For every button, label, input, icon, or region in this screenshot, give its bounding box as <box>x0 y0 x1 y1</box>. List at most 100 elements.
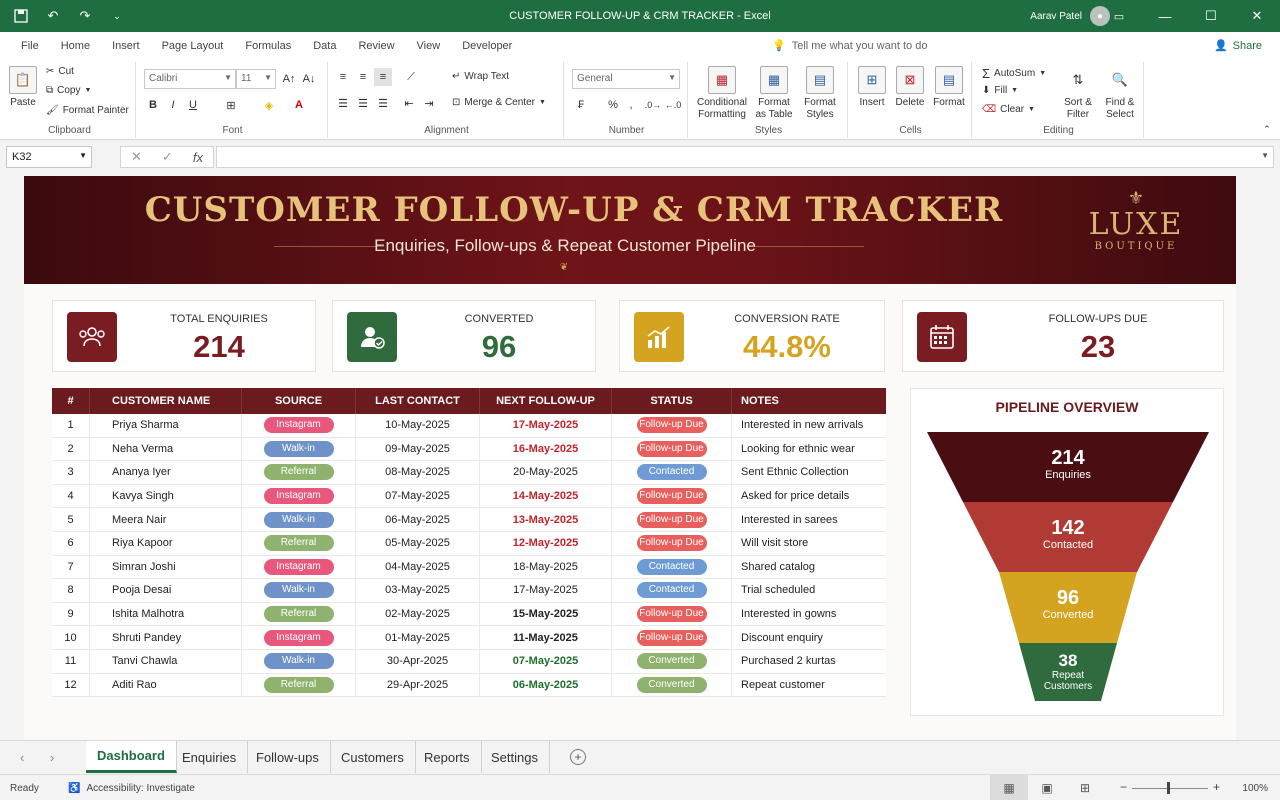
merge-center-button[interactable]: ⊡ Merge & Center ▼ <box>452 97 546 108</box>
redo-icon[interactable]: ↷ <box>76 7 94 25</box>
table-cell[interactable]: Instagram <box>242 626 356 649</box>
table-cell[interactable]: Sent Ethnic Collection <box>732 461 886 484</box>
cancel-icon[interactable]: ✕ <box>131 149 142 165</box>
wrap-text-button[interactable]: ↵ Wrap Text <box>452 71 509 82</box>
table-cell[interactable]: Discount enquiry <box>732 626 886 649</box>
table-cell[interactable]: 8 <box>52 579 90 602</box>
table-cell[interactable]: 18-May-2025 <box>480 555 612 579</box>
formula-input[interactable]: ▼ <box>216 146 1274 168</box>
table-cell[interactable]: Referral <box>242 673 356 697</box>
font-name-select[interactable]: Calibri ▼ <box>144 69 236 89</box>
col-header-status[interactable]: STATUS <box>612 388 732 414</box>
table-row[interactable]: 3 Ananya Iyer Referral 08-May-2025 20-May-20… <box>52 461 886 485</box>
close-icon[interactable]: ✕ <box>1234 0 1280 32</box>
table-cell[interactable]: 08-May-2025 <box>356 461 480 484</box>
insert-function-icon[interactable]: fx <box>193 150 203 165</box>
delete-cells-button[interactable]: ⊠ Delete <box>892 66 928 109</box>
tab-home[interactable]: Home <box>50 40 101 52</box>
table-cell[interactable]: 12 <box>52 673 90 697</box>
sheet-tab-follow-ups[interactable]: Follow-ups <box>245 741 331 773</box>
col-header-last-contact[interactable]: LAST CONTACT <box>356 388 480 414</box>
table-row[interactable]: 11 Tanvi Chawla Walk-in 30-Apr-2025 07-May-2… <box>52 650 886 674</box>
table-cell[interactable]: 03-May-2025 <box>356 579 480 602</box>
table-cell[interactable]: Will visit store <box>732 532 886 555</box>
table-cell[interactable]: 30-Apr-2025 <box>356 650 480 673</box>
orientation-icon[interactable]: ⟋ <box>402 68 420 86</box>
col-header-number[interactable]: # <box>52 388 90 414</box>
align-right-icon[interactable]: ☰ <box>374 94 392 112</box>
align-bottom-icon[interactable]: ≡ <box>374 68 392 86</box>
table-row[interactable]: 2 Neha Verma Walk-in 09-May-2025 16-May-2025… <box>52 437 886 462</box>
minimize-icon[interactable]: — <box>1142 0 1188 32</box>
copy-button[interactable]: ⧉ Copy ▼ <box>46 85 91 96</box>
table-cell[interactable]: Riya Kapoor <box>90 532 242 555</box>
clear-button[interactable]: ⌫ Clear ▼ <box>982 104 1035 115</box>
table-cell[interactable]: Instagram <box>242 484 356 508</box>
table-cell[interactable]: 01-May-2025 <box>356 626 480 649</box>
page-layout-view-icon[interactable]: ▣ <box>1028 775 1066 800</box>
table-cell[interactable]: Follow-up Due <box>612 626 732 649</box>
tab-developer[interactable]: Developer <box>451 40 523 52</box>
format-cells-button[interactable]: ▤ Format <box>930 66 968 109</box>
table-cell[interactable]: Simran Joshi <box>90 555 242 579</box>
tab-view[interactable]: View <box>406 40 452 52</box>
tab-file[interactable]: File <box>10 40 50 52</box>
table-cell[interactable]: 16-May-2025 <box>480 437 612 461</box>
table-cell[interactable]: Priya Sharma <box>90 414 242 437</box>
table-cell[interactable]: 12-May-2025 <box>480 532 612 555</box>
table-cell[interactable]: 17-May-2025 <box>480 579 612 602</box>
number-format-select[interactable]: General ▼ <box>572 69 680 89</box>
cut-button[interactable]: ✂ Cut <box>46 66 74 77</box>
cell-styles-button[interactable]: ▤ Format Styles <box>798 66 842 121</box>
table-row[interactable]: 10 Shruti Pandey Instagram 01-May-2025 11-Ma… <box>52 626 886 650</box>
tab-formulas[interactable]: Formulas <box>234 40 302 52</box>
zoom-in-icon[interactable]: + <box>1213 780 1220 794</box>
table-cell[interactable]: Shruti Pandey <box>90 626 242 649</box>
zoom-slider[interactable]: − + <box>1120 780 1220 794</box>
percent-style-icon[interactable]: % <box>604 96 622 114</box>
sheet-tab-customers[interactable]: Customers <box>330 741 416 773</box>
conditional-formatting-button[interactable]: ▦ Conditional Formatting <box>694 66 750 121</box>
expand-formula-icon[interactable]: ▼ <box>1261 151 1269 160</box>
save-icon[interactable] <box>12 7 30 25</box>
table-cell[interactable]: Instagram <box>242 555 356 579</box>
table-cell[interactable]: Contacted <box>612 555 732 579</box>
table-cell[interactable]: Repeat customer <box>732 674 886 697</box>
table-cell[interactable]: 7 <box>52 555 90 579</box>
sheet-tab-settings[interactable]: Settings <box>480 741 550 773</box>
name-box[interactable]: K32 ▼ <box>6 146 92 168</box>
undo-icon[interactable]: ↶ <box>44 7 62 25</box>
table-cell[interactable]: Walk-in <box>242 508 356 531</box>
table-cell[interactable]: 17-May-2025 <box>480 414 612 437</box>
table-cell[interactable]: Pooja Desai <box>90 579 242 602</box>
table-cell[interactable]: Tanvi Chawla <box>90 650 242 673</box>
table-cell[interactable]: Walk-in <box>242 437 356 461</box>
zoom-level[interactable]: 100% <box>1242 783 1268 794</box>
paste-button[interactable]: 📋 Paste <box>6 66 40 109</box>
table-cell[interactable]: 10 <box>52 626 90 649</box>
table-cell[interactable]: 6 <box>52 532 90 555</box>
borders-icon[interactable]: ⊞ <box>222 96 240 114</box>
align-middle-icon[interactable]: ≡ <box>354 68 372 86</box>
fill-color-icon[interactable]: ◈ <box>260 96 278 114</box>
col-header-next-follow-up[interactable]: NEXT FOLLOW-UP <box>480 388 612 414</box>
table-cell[interactable]: Walk-in <box>242 579 356 602</box>
table-row[interactable]: 12 Aditi Rao Referral 29-Apr-2025 06-May-202… <box>52 673 886 698</box>
find-select-button[interactable]: 🔍 Find & Select <box>1098 66 1142 121</box>
table-cell[interactable]: Ishita Malhotra <box>90 602 242 626</box>
table-cell[interactable]: 20-May-2025 <box>480 461 612 484</box>
table-row[interactable]: 7 Simran Joshi Instagram 04-May-2025 18-May-… <box>52 555 886 580</box>
table-cell[interactable]: Converted <box>612 673 732 697</box>
ribbon-display-icon[interactable]: ▭ <box>1096 0 1142 32</box>
align-center-icon[interactable]: ☰ <box>354 94 372 112</box>
table-row[interactable]: 1 Priya Sharma Instagram 10-May-2025 17-May-… <box>52 414 886 438</box>
table-cell[interactable]: 02-May-2025 <box>356 602 480 626</box>
table-cell[interactable]: 06-May-2025 <box>356 508 480 531</box>
table-cell[interactable]: 2 <box>52 437 90 461</box>
table-cell[interactable]: 10-May-2025 <box>356 414 480 437</box>
customize-qat-icon[interactable]: ⌄ <box>108 7 126 25</box>
col-header-notes[interactable]: NOTES <box>732 388 886 414</box>
page-break-view-icon[interactable]: ⊞ <box>1066 775 1104 800</box>
table-cell[interactable]: Purchased 2 kurtas <box>732 650 886 673</box>
table-cell[interactable]: 5 <box>52 508 90 531</box>
